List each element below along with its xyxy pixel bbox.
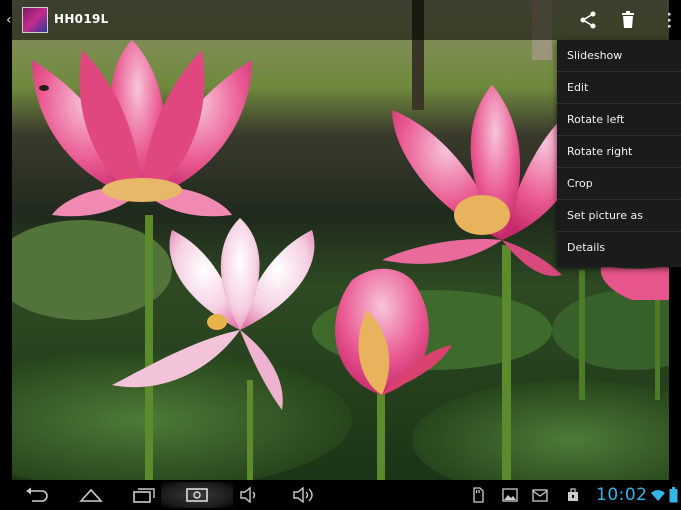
album-thumbnail[interactable] <box>22 7 48 33</box>
usb-icon <box>568 488 578 501</box>
wifi-icon <box>651 490 665 501</box>
share-icon[interactable] <box>578 10 598 30</box>
volume-up-icon[interactable] <box>292 487 318 503</box>
overflow-menu: Slideshow Edit Rotate left Rotate right … <box>557 40 681 267</box>
screenshot-icon[interactable] <box>185 487 209 503</box>
sd-card-icon <box>473 487 484 503</box>
album-title: HH019L <box>54 12 109 26</box>
menu-item-set-picture-as[interactable]: Set picture as <box>557 200 681 232</box>
delete-icon[interactable] <box>618 10 638 30</box>
overflow-menu-icon[interactable] <box>659 10 679 30</box>
menu-item-rotate-left[interactable]: Rotate left <box>557 104 681 136</box>
menu-item-crop[interactable]: Crop <box>557 168 681 200</box>
recent-apps-icon[interactable] <box>131 487 157 503</box>
home-icon[interactable] <box>78 487 104 503</box>
menu-item-rotate-right[interactable]: Rotate right <box>557 136 681 168</box>
volume-down-icon[interactable] <box>239 487 263 503</box>
gallery-notification-icon <box>502 488 518 502</box>
action-bar: ‹ HH019L <box>0 0 681 40</box>
menu-item-slideshow[interactable]: Slideshow <box>557 40 681 72</box>
system-navigation-bar: 10:02 <box>0 480 681 510</box>
menu-item-edit[interactable]: Edit <box>557 72 681 104</box>
battery-icon <box>669 487 678 503</box>
back-chevron-icon[interactable]: ‹ <box>6 11 16 29</box>
menu-item-details[interactable]: Details <box>557 232 681 264</box>
back-icon[interactable] <box>24 487 50 503</box>
email-icon <box>532 489 548 502</box>
clock: 10:02 <box>596 485 648 505</box>
